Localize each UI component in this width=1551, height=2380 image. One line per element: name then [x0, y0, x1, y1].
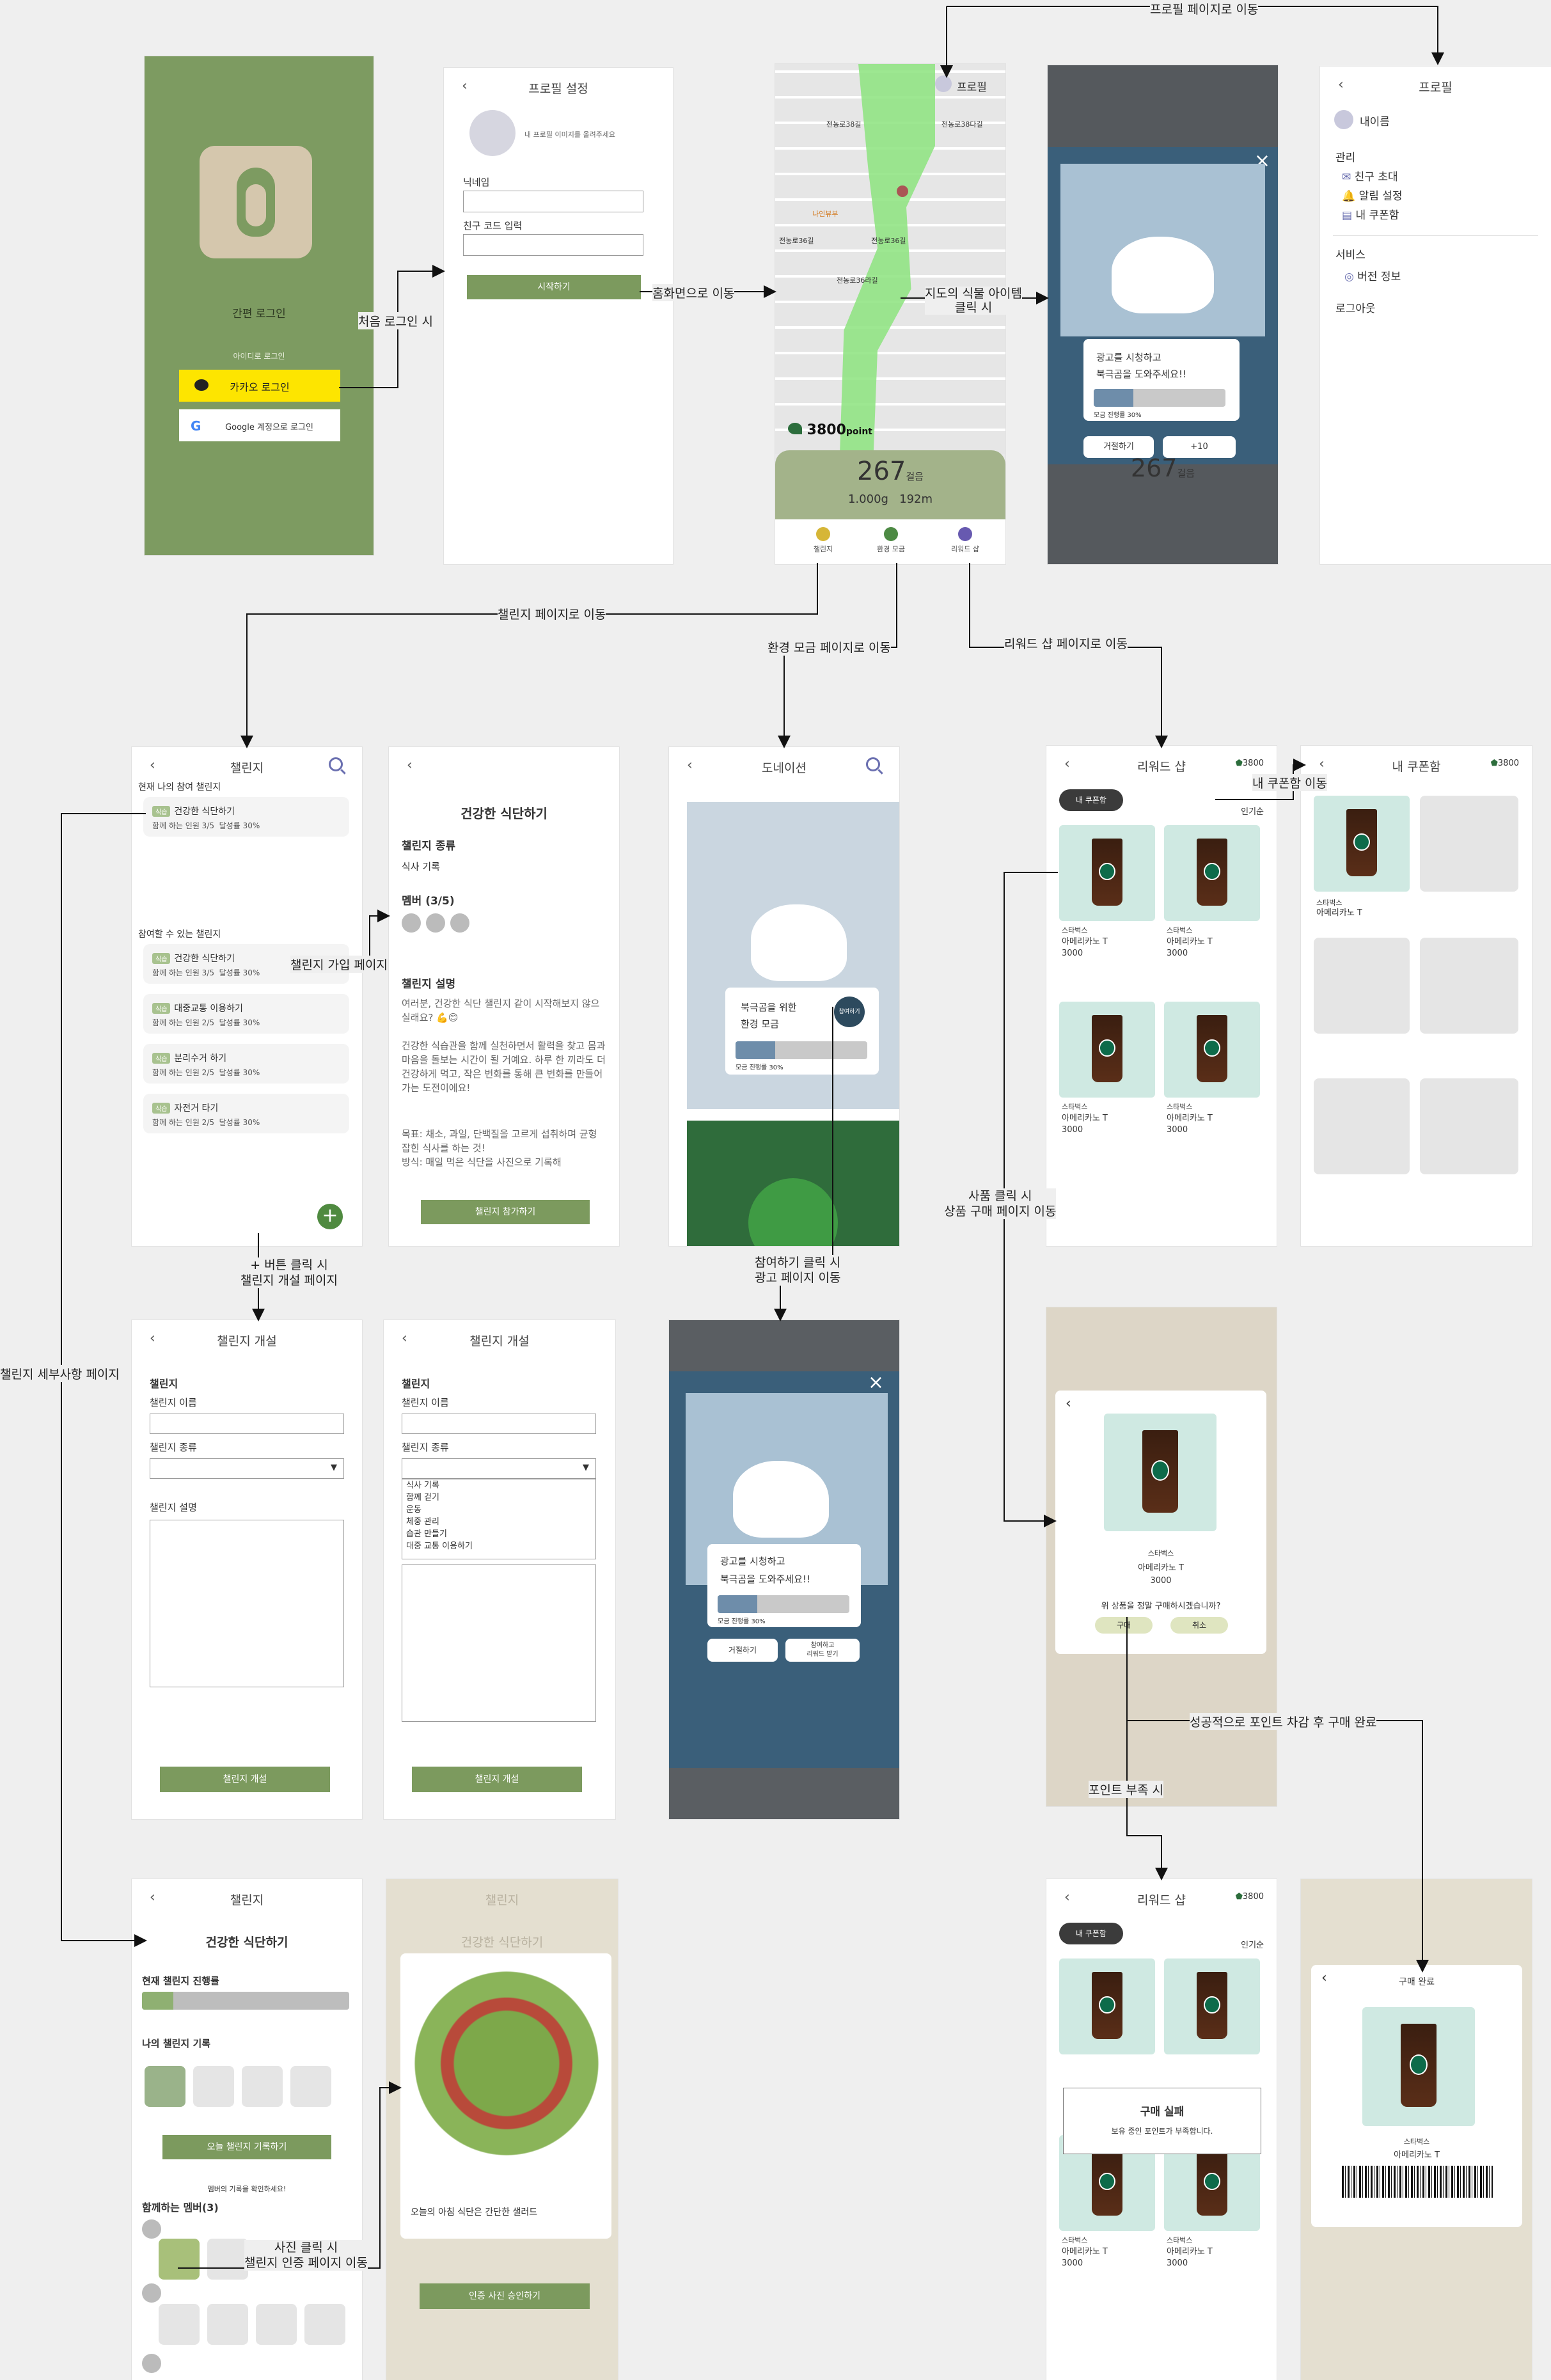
- flow-label: 챌린지 가입 페이지: [290, 956, 388, 973]
- flow-label: 내 쿠폰함 이동: [1252, 774, 1327, 791]
- flow-label: 처음 로그인 시: [358, 312, 433, 329]
- flow-label: 지도의 식물 아이템 클릭 시: [925, 287, 1022, 315]
- flow-label: 성공적으로 포인트 차감 후 구매 완료: [1190, 1713, 1377, 1730]
- flow-label: 사품 클릭 시 상품 구매 페이지 이동: [944, 1188, 1057, 1219]
- flow-label: 포인트 부족 시: [1089, 1781, 1163, 1798]
- flow-label: 참여하기 클릭 시 광고 페이지 이동: [755, 1255, 841, 1286]
- flow-label: 사진 클릭 시 챌린지 인증 페이지 이동: [244, 2240, 368, 2271]
- flow-label: 환경 모금 페이지로 이동: [768, 638, 891, 656]
- flow-label: 챌린지 페이지로 이동: [498, 605, 606, 622]
- flow-label: 홈화면으로 이동: [652, 284, 735, 301]
- flow-label: + 버튼 클릭 시 챌린지 개설 페이지: [240, 1257, 338, 1288]
- flow-label: 챌린지 세부사항 페이지: [0, 1365, 120, 1382]
- flow-label: 프로필 페이지로 이동: [1150, 0, 1259, 17]
- flow-label: 리워드 샵 페이지로 이동: [1004, 634, 1128, 652]
- flow-arrows: [61, 6, 1444, 2269]
